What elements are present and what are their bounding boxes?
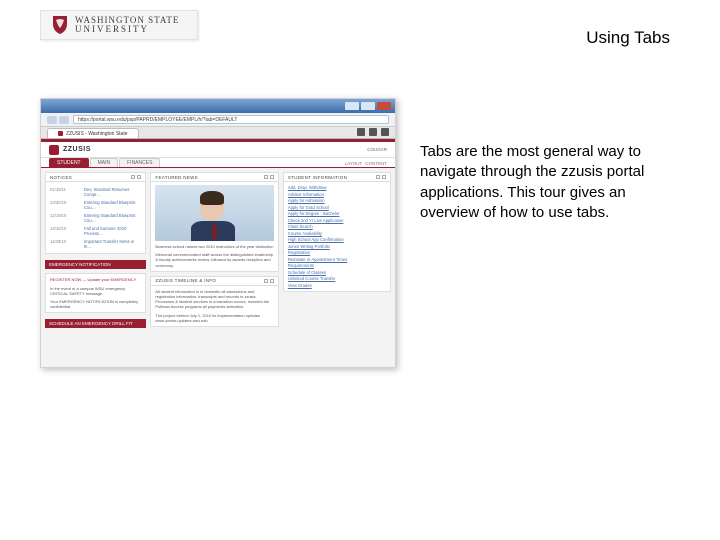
window-titlebar	[41, 99, 395, 113]
emergency-body: REGISTER NOW — Update your EMERGENCY In …	[45, 273, 146, 313]
slide-title: Using Tabs	[586, 10, 670, 48]
browser-tab-strip: ZZUSIS - Washington State	[41, 127, 395, 139]
news-panel: FEATURED NEWS Business school names two …	[150, 172, 278, 272]
panel-close-icon[interactable]	[382, 175, 386, 179]
link-item[interactable]: Check 2nd Yr Live Application	[288, 218, 386, 223]
link-item[interactable]: Class Search	[288, 224, 386, 229]
link-item[interactable]: Apply for Grad School	[288, 205, 386, 210]
news-photo	[155, 185, 273, 241]
portal-header: ZZUSIS COUGAR	[41, 142, 395, 158]
address-bar[interactable]: https://portal.wsu.edu/psp/PAPRD/EMPLOYE…	[73, 115, 389, 124]
shield-icon	[51, 15, 69, 35]
nav-tab-finances[interactable]: FINANCES	[119, 158, 160, 167]
news-body: Memorial commemorated staff across the d…	[155, 252, 273, 268]
tab-label: ZZUSIS - Washington State	[66, 129, 128, 139]
link-item[interactable]: Schedule of Classes	[288, 270, 386, 275]
portal-brand: ZZUSIS	[63, 146, 91, 153]
notice-row[interactable]: 12/19/10Entering Standard Blueprint Cou…	[50, 211, 141, 224]
panel-close-icon[interactable]	[270, 175, 274, 179]
user-label: COUGAR	[367, 147, 387, 152]
panel-close-icon[interactable]	[270, 279, 274, 283]
news-title: FEATURED NEWS	[155, 175, 198, 180]
browser-tab[interactable]: ZZUSIS - Washington State	[47, 128, 139, 138]
emergency-heading: EMERGENCY NOTIFICATION	[45, 260, 146, 269]
panel-min-icon[interactable]	[131, 175, 135, 179]
studentinfo-links: Add, Drop, Withdraw Advisor Information …	[284, 182, 390, 291]
slide-description: Tabs are the most general way to navigat…	[420, 98, 670, 223]
emergency-footer: SCHEDULE AN EMERGENCY DRILL FIT	[45, 319, 146, 328]
link-item[interactable]: Registration	[288, 250, 386, 255]
panel-close-icon[interactable]	[137, 175, 141, 179]
favicon-icon	[58, 131, 63, 136]
nav-tab-main[interactable]: MAIN	[90, 158, 119, 167]
home-icon[interactable]	[357, 128, 365, 136]
timeline-note: The project behind July 1, 2010 its impl…	[155, 313, 273, 323]
notice-row[interactable]: 12/10/10Fall and Summer 2010 Process…	[50, 224, 141, 237]
timeline-panel: ZZUSIS TIMELINE & INFO All student infor…	[150, 276, 278, 327]
link-item[interactable]: Requirements	[288, 263, 386, 268]
forward-icon[interactable]	[59, 116, 69, 124]
nav-tab-student[interactable]: STUDENT	[49, 158, 89, 167]
tools-icon[interactable]	[381, 128, 389, 136]
layout-link[interactable]: LAYOUT	[345, 161, 363, 166]
favorites-icon[interactable]	[369, 128, 377, 136]
brand-shield-icon	[49, 145, 59, 155]
maximize-icon[interactable]	[361, 102, 375, 110]
link-item[interactable]: High School App Confirmation	[288, 237, 386, 242]
minimize-icon[interactable]	[345, 102, 359, 110]
link-item[interactable]: Unlinked Course Transfer	[288, 276, 386, 281]
back-icon[interactable]	[47, 116, 57, 124]
panel-min-icon[interactable]	[264, 279, 268, 283]
notices-panel: NOTICES 01/10/11Dev, Standard Resumes Co…	[45, 172, 146, 254]
link-item[interactable]: Apply for Degree - Bachelor	[288, 211, 386, 216]
university-name: WASHINGTON STATE UNIVERSITY	[75, 16, 179, 34]
studentinfo-panel: STUDENT INFORMATION Add, Drop, Withdraw …	[283, 172, 391, 292]
notice-row[interactable]: 12/20/10Entering Standard Blueprint Cou…	[50, 198, 141, 211]
link-item[interactable]: Apply for Admission	[288, 198, 386, 203]
link-item[interactable]: Advisor Information	[288, 192, 386, 197]
panel-min-icon[interactable]	[264, 175, 268, 179]
browser-toolbar: https://portal.wsu.edu/psp/PAPRD/EMPLOYE…	[41, 113, 395, 127]
news-caption: Business school names two 2010 Instructo…	[155, 244, 273, 249]
portal-nav: STUDENT MAIN FINANCES LAYOUT CONTENT	[41, 158, 395, 168]
link-item[interactable]: Add, Drop, Withdraw	[288, 185, 386, 190]
notice-row[interactable]: 01/10/11Dev, Standard Resumes Compr…	[50, 185, 141, 198]
panel-min-icon[interactable]	[376, 175, 380, 179]
close-icon[interactable]	[377, 102, 391, 110]
notice-row[interactable]: 11/30/10Important Transfer Items in th…	[50, 237, 141, 250]
notices-title: NOTICES	[50, 175, 72, 180]
portal-screenshot: https://portal.wsu.edu/psp/PAPRD/EMPLOYE…	[40, 98, 396, 368]
link-item[interactable]: View Grades	[288, 283, 386, 288]
timeline-body: All student information is in domestic a…	[155, 289, 273, 310]
link-item[interactable]: Junior Writing Portfolio	[288, 244, 386, 249]
link-item[interactable]: Reinstate or Appointment Times	[288, 257, 386, 262]
university-logo: WASHINGTON STATE UNIVERSITY	[40, 10, 198, 40]
timeline-title: ZZUSIS TIMELINE & INFO	[155, 278, 216, 283]
studentinfo-title: STUDENT INFORMATION	[288, 175, 347, 180]
link-item[interactable]: Course Availability	[288, 231, 386, 236]
content-link[interactable]: CONTENT	[365, 161, 387, 166]
